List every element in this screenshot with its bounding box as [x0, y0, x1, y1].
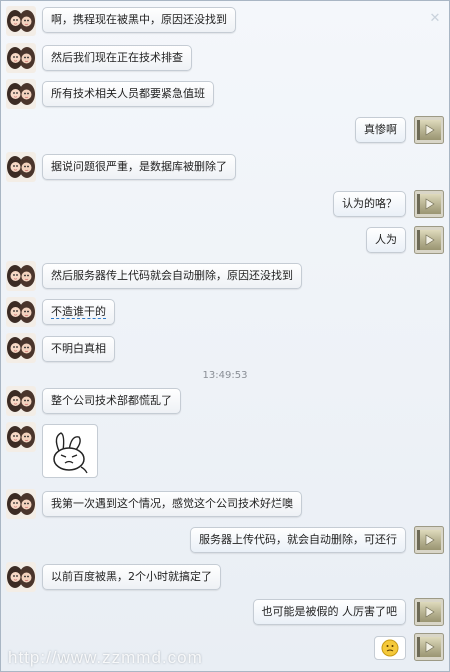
message-text: 服务器上传代码，就会自动删除，可还行	[199, 533, 397, 546]
emoji-message	[374, 636, 406, 660]
watermark: http://www.zzmmd.com	[8, 648, 203, 667]
message-bubble: 服务器上传代码，就会自动删除，可还行	[190, 527, 406, 553]
avatar[interactable]	[414, 597, 444, 627]
sticker-image[interactable]	[42, 424, 98, 478]
avatar[interactable]	[6, 152, 36, 182]
avatar[interactable]	[6, 422, 36, 452]
message-text: 不造谁干的	[51, 305, 106, 318]
message-text: 真惨啊	[364, 123, 397, 136]
message-text: 也可能是被假的 人厉害了吧	[261, 605, 398, 618]
message-bubble: 然后我们现在正在技术排查	[42, 45, 192, 71]
message-text: 我第一次遇到这个情况，感觉这个公司技术好烂噢	[51, 497, 293, 510]
message-bubble: 所有技术相关人员都要紧急值班	[42, 81, 214, 107]
avatar[interactable]	[6, 43, 36, 73]
avatar[interactable]	[6, 6, 36, 36]
avatar[interactable]	[414, 189, 444, 219]
avatar[interactable]	[6, 386, 36, 416]
message-bubble: 不明白真相	[42, 336, 115, 362]
avatar[interactable]	[6, 489, 36, 519]
avatar[interactable]	[414, 632, 444, 662]
message-bubble: 人为	[366, 227, 406, 253]
message-text: 据说问题很严重，是数据库被删除了	[51, 160, 227, 173]
message-bubble: 我第一次遇到这个情况，感觉这个公司技术好烂噢	[42, 491, 302, 517]
message-text: 以前百度被黑，2个小时就搞定了	[51, 570, 212, 583]
avatar[interactable]	[6, 562, 36, 592]
message-bubble: 啊，携程现在被黑中，原因还没找到	[42, 7, 236, 33]
message-text: 然后服务器传上代码就会自动删除，原因还没找到	[51, 269, 293, 282]
message-text: 整个公司技术部都慌乱了	[51, 394, 172, 407]
avatar[interactable]	[414, 225, 444, 255]
message-bubble: 真惨啊	[355, 117, 406, 143]
message-bubble: 整个公司技术部都慌乱了	[42, 388, 181, 414]
message-text: 认为的咯？	[342, 197, 397, 210]
message-bubble: 也可能是被假的 人厉害了吧	[252, 599, 406, 625]
message-bubble: 不造谁干的	[42, 299, 115, 325]
rabbit-sticker-icon	[53, 432, 88, 474]
message-text: 然后我们现在正在技术排查	[51, 51, 183, 64]
thinking-emoji-icon	[381, 639, 399, 657]
avatar[interactable]	[414, 525, 444, 555]
avatar[interactable]	[6, 261, 36, 291]
message-text: 所有技术相关人员都要紧急值班	[51, 87, 205, 100]
message-bubble: 据说问题很严重，是数据库被删除了	[42, 154, 236, 180]
message-text: 不明白真相	[51, 342, 106, 355]
close-icon[interactable]: ✕	[427, 11, 443, 27]
message-text: 人为	[375, 233, 397, 246]
message-bubble: 认为的咯？	[333, 191, 406, 217]
message-bubble: 以前百度被黑，2个小时就搞定了	[42, 564, 221, 590]
message-bubble: 然后服务器传上代码就会自动删除，原因还没找到	[42, 263, 302, 289]
avatar[interactable]	[6, 297, 36, 327]
timestamp: 13:49:53	[202, 370, 248, 381]
message-text: 啊，携程现在被黑中，原因还没找到	[51, 13, 227, 26]
avatar[interactable]	[6, 79, 36, 109]
avatar[interactable]	[414, 115, 444, 145]
avatar[interactable]	[6, 333, 36, 363]
